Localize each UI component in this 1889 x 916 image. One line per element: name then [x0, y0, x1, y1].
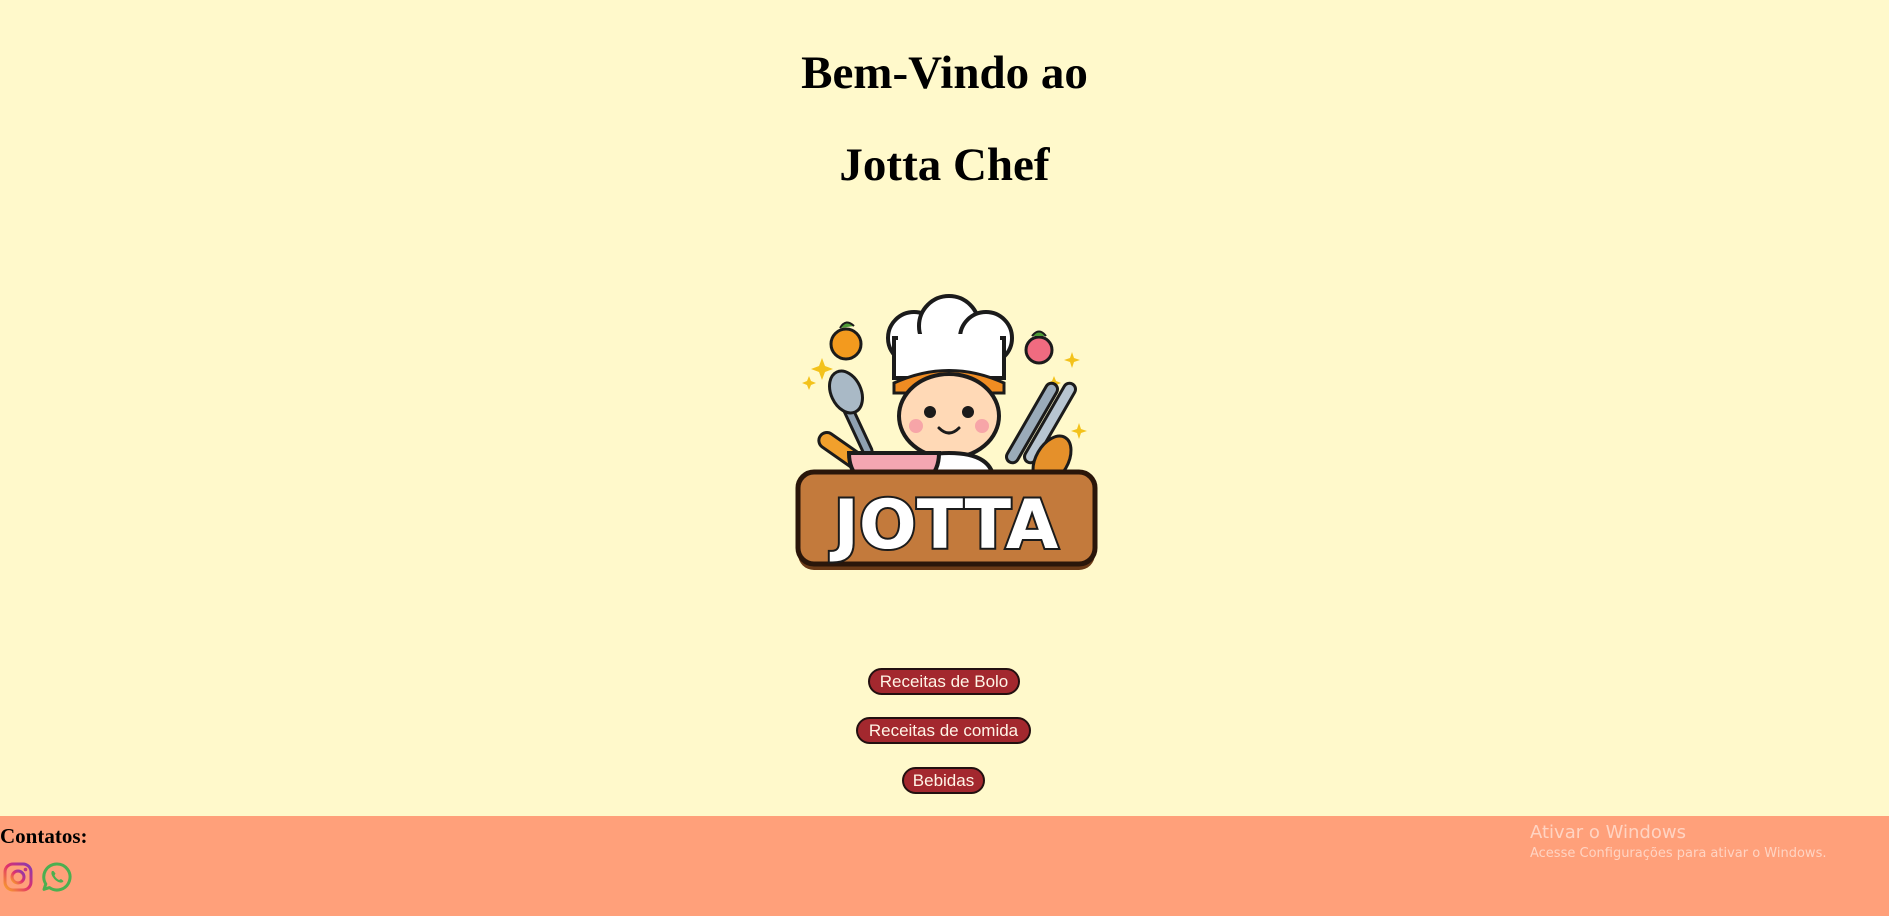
chef-mascot-logo-icon: JOTTA [795, 294, 1098, 570]
food-recipes-button[interactable]: Receitas de comida [856, 717, 1031, 744]
contacts-heading: Contatos: [0, 824, 88, 848]
chef-logo: JOTTA [794, 288, 1099, 578]
page-title-brand: Jotta Chef [839, 139, 1050, 191]
instagram-icon[interactable] [2, 861, 34, 893]
watermark-title: Ativar o Windows [1530, 822, 1686, 843]
page-title: Bem-Vindo ao [801, 47, 1088, 99]
drinks-button[interactable]: Bebidas [902, 767, 985, 794]
watermark-subtitle: Acesse Configurações para ativar o Windo… [1530, 845, 1827, 861]
footer: Contatos: Ativar o Windows Acesse Config… [0, 816, 1889, 916]
logo-text: JOTTA [830, 486, 1059, 565]
whatsapp-icon[interactable] [41, 861, 73, 893]
cake-recipes-button[interactable]: Receitas de Bolo [868, 668, 1020, 695]
windows-activation-watermark: Ativar o Windows Acesse Configurações pa… [1530, 822, 1826, 863]
